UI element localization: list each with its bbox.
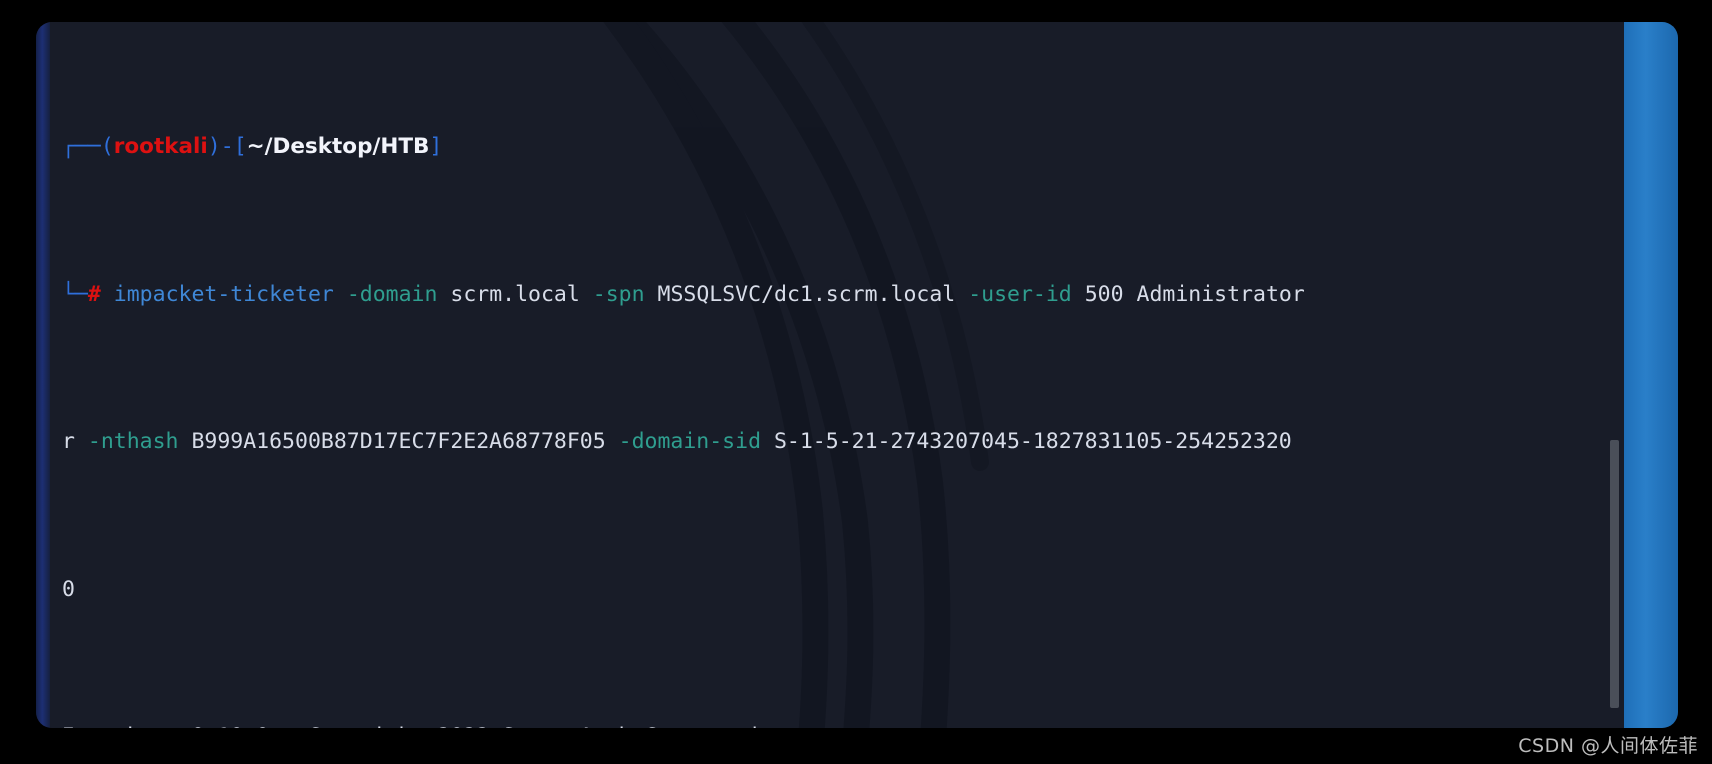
prompt-bracket-close: ] [429,134,442,159]
prompt-host: kali [164,134,208,159]
prompt-paren-close: ) [208,134,221,159]
value-user: Administrator [1137,282,1305,307]
prompt-bracket-open: [ [234,134,247,159]
prompt-paren-open: ( [101,134,114,159]
prompt-dash: - [221,134,234,159]
terminal-text: ┌──(root㈟kali)-[~/Desktop/HTB] └─# impac… [62,22,1604,728]
csdn-watermark: CSDN @人间体佐菲 [1518,731,1698,758]
impacket-banner-text: Impacket v0.10.0 - Copyright 2022 Secure… [62,724,787,728]
scrollbar-track[interactable] [1610,22,1622,728]
flag-spn: -spn [593,282,645,307]
flag-domain-sid: -domain-sid [619,429,761,454]
command-line: └─# impacket-ticketer -domain scrm.local… [62,280,1604,310]
prompt-hash: # [88,282,101,307]
value-user-id: 500 [1085,282,1124,307]
value-nthash: B999A16500B87D17EC7F2E2A68778F05 [191,429,605,454]
scrollbar-thumb[interactable] [1610,440,1619,708]
impacket-banner: Impacket v0.10.0 - Copyright 2022 Secure… [62,722,1604,728]
window-right-accent-border [1624,22,1678,728]
flag-nthash: -nthash [88,429,179,454]
screenshot-root: ┌──(root㈟kali)-[~/Desktop/HTB] └─# impac… [0,0,1712,764]
value-domain-sid-part: S-1-5-21-2743207045-1827831105-254252320 [774,429,1292,454]
command-wrap-line-2: r -nthash B999A16500B87D17EC7F2E2A68778F… [62,427,1604,457]
prompt-line-top: ┌──(root㈟kali)-[~/Desktop/HTB] [62,132,1604,162]
terminal-output-area[interactable]: ┌──(root㈟kali)-[~/Desktop/HTB] └─# impac… [50,22,1624,728]
command-wrap-line-3: 0 [62,575,1604,605]
value-domain: scrm.local [450,282,579,307]
wrap-prefix-3: 0 [62,577,75,602]
command-name: impacket-ticketer [114,282,334,307]
flag-domain: -domain [347,282,438,307]
prompt-box-start: ┌── [62,134,101,159]
wrap-prefix-2: r [62,429,88,454]
flag-user-id: -user-id [968,282,1072,307]
prompt-user: root [114,134,164,159]
prompt-box-end: └─ [62,282,88,307]
terminal-window: ┌──(root㈟kali)-[~/Desktop/HTB] └─# impac… [36,22,1678,728]
prompt-path: ~/Desktop/HTB [247,134,430,159]
window-left-accent-border [36,22,50,728]
value-spn: MSSQLSVC/dc1.scrm.local [658,282,956,307]
